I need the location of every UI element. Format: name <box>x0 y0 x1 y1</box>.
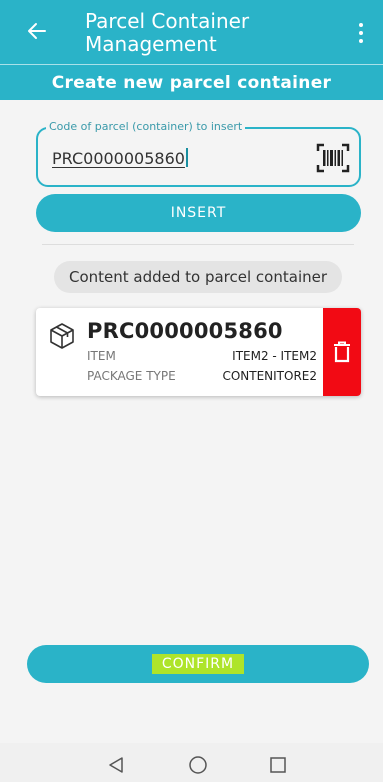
parcel-code-value: PRC0000005860 <box>52 149 185 168</box>
nav-back-button[interactable] <box>106 755 126 775</box>
item-value: ITEM2 - ITEM2 <box>232 349 317 363</box>
more-options-button[interactable] <box>351 18 371 48</box>
arrow-left-icon <box>28 23 46 39</box>
trash-icon <box>334 341 350 363</box>
item-key: ITEM <box>87 349 116 363</box>
package-type-row: PACKAGE TYPE CONTENITORE2 <box>87 368 323 384</box>
circle-home-icon <box>189 756 207 774</box>
more-vertical-icon <box>359 23 363 27</box>
barcode-scan-icon <box>316 143 350 173</box>
parcel-code-label: Code of parcel (container) to insert <box>46 120 246 134</box>
package-box-icon <box>50 323 74 349</box>
confirm-label: CONFIRM <box>151 654 245 674</box>
back-button[interactable] <box>22 16 52 46</box>
content-added-chip: Content added to parcel container <box>54 261 342 293</box>
parcel-code-field[interactable]: Code of parcel (container) to insert PRC… <box>36 120 361 187</box>
parcel-item-card[interactable]: PRC0000005860 ITEM ITEM2 - ITEM2 PACKAGE… <box>36 308 361 396</box>
scan-barcode-button[interactable] <box>315 141 351 175</box>
nav-home-button[interactable] <box>188 755 208 775</box>
parcel-code-input[interactable]: PRC0000005860 <box>52 146 188 172</box>
package-type-key: PACKAGE TYPE <box>87 369 176 383</box>
parcel-code: PRC0000005860 <box>87 319 283 343</box>
delete-item-button[interactable] <box>323 308 361 396</box>
square-recents-icon <box>270 757 286 773</box>
app-bar: Parcel Container Management <box>0 0 383 64</box>
system-nav-bar <box>0 743 383 782</box>
confirm-button[interactable]: CONFIRM <box>27 645 369 683</box>
app-title: Parcel Container Management <box>85 9 250 56</box>
triangle-back-icon <box>109 757 123 773</box>
divider <box>42 244 354 245</box>
nav-recents-button[interactable] <box>268 755 288 775</box>
item-row: ITEM ITEM2 - ITEM2 <box>87 348 323 364</box>
page-subtitle: Create new parcel container <box>0 64 383 100</box>
text-caret <box>185 148 188 167</box>
package-type-value: CONTENITORE2 <box>222 369 317 383</box>
insert-button[interactable]: INSERT <box>36 194 361 232</box>
